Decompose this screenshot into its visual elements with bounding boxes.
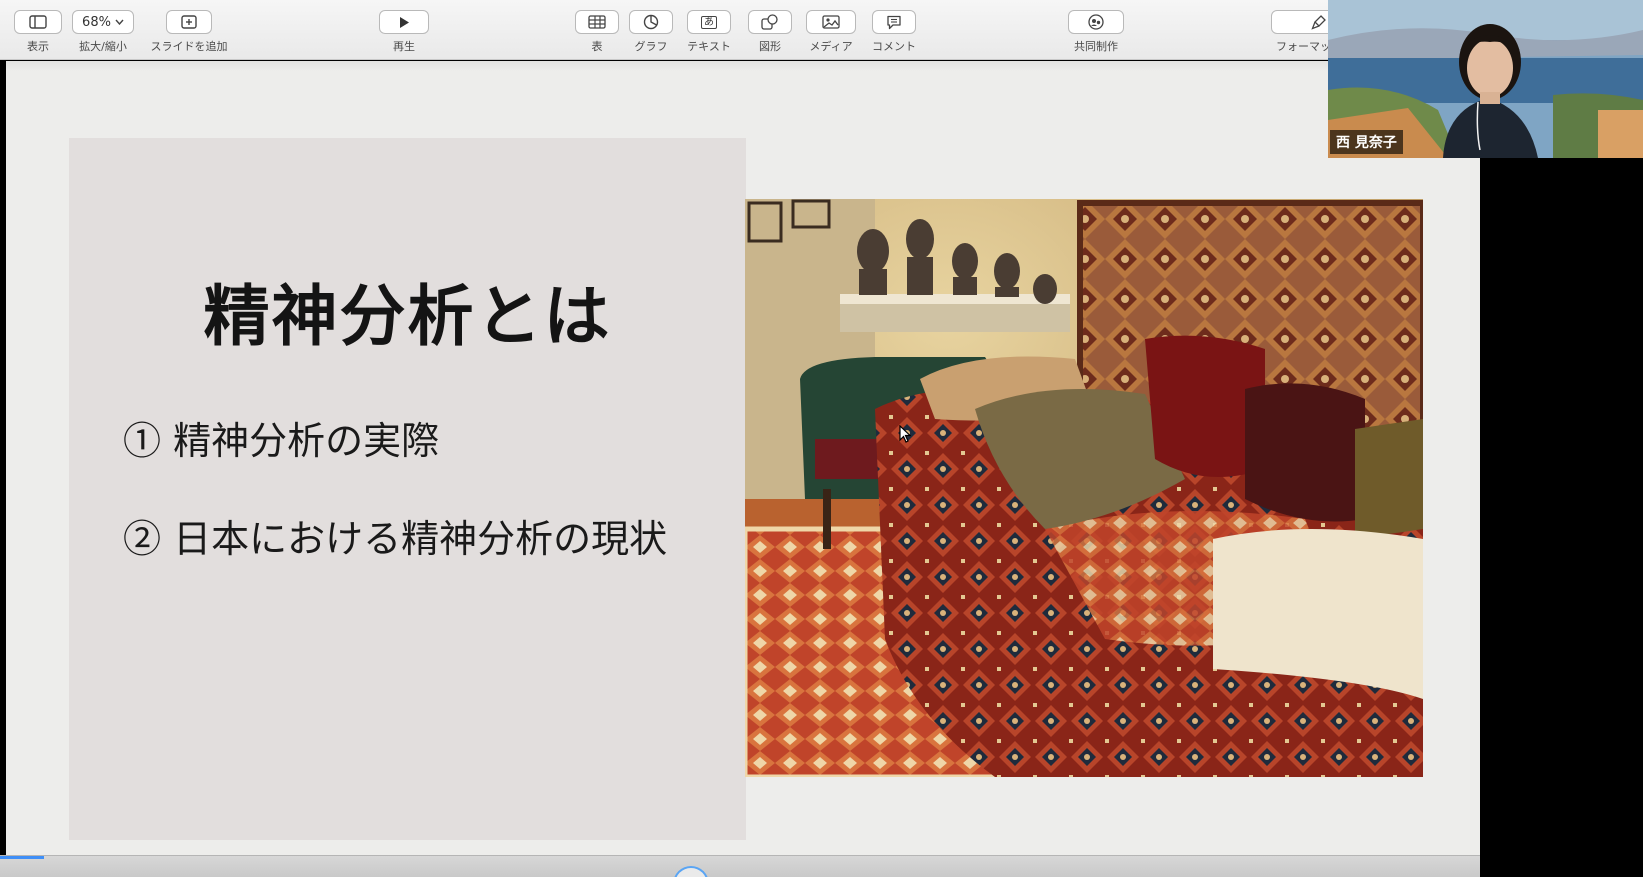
shape-button[interactable] (748, 10, 792, 34)
zoom-item[interactable]: 68% 拡大/縮小 (72, 10, 134, 54)
slide-canvas[interactable]: 精神分析とは ① 精神分析の実際 ② 日本における精神分析の現状 (6, 61, 1480, 855)
comment-button[interactable] (872, 10, 916, 34)
paintbrush-icon (1311, 15, 1326, 30)
zoom-select[interactable]: 68% (72, 10, 134, 34)
collaborate-item[interactable]: 共同制作 (1068, 10, 1124, 54)
chart-item[interactable]: グラフ (629, 10, 673, 54)
slide-photo[interactable] (745, 199, 1423, 777)
play-button[interactable] (379, 10, 429, 34)
shape-label: 図形 (759, 40, 781, 53)
text-box-icon: あ (701, 15, 717, 29)
media-button[interactable] (806, 10, 856, 34)
pie-chart-icon (643, 14, 659, 30)
media-item[interactable]: メディア (806, 10, 856, 54)
chart-label: グラフ (634, 40, 668, 53)
comment-label: コメント (872, 40, 916, 53)
mouse-pointer-icon (899, 424, 912, 447)
collaborate-label: 共同制作 (1074, 40, 1118, 53)
chevron-down-icon (115, 19, 124, 25)
table-label: 表 (591, 40, 603, 53)
table-item[interactable]: 表 (575, 10, 619, 54)
sidebar-icon (29, 15, 47, 29)
play-label: 再生 (393, 40, 415, 53)
add-slide-label: スライドを追加 (150, 40, 228, 53)
text-panel[interactable]: 精神分析とは ① 精神分析の実際 ② 日本における精神分析の現状 (69, 138, 746, 840)
format-label: フォーマッ (1276, 40, 1331, 53)
view-item[interactable]: 表示 (14, 10, 62, 54)
bullet-1[interactable]: ① 精神分析の実際 (123, 410, 439, 465)
comment-item[interactable]: コメント (872, 10, 916, 54)
view-label: 表示 (27, 40, 49, 53)
zoom-label: 拡大/縮小 (79, 40, 127, 53)
add-slide-icon (181, 15, 197, 29)
scroll-handle[interactable] (673, 866, 709, 877)
text-label: テキスト (687, 40, 731, 53)
collaborate-button[interactable] (1068, 10, 1124, 34)
play-item[interactable]: 再生 (379, 10, 429, 54)
participant-video-tile[interactable]: 西 見奈子 (1328, 0, 1643, 158)
play-icon (400, 16, 409, 28)
canvas-shadow (6, 61, 1480, 71)
add-slide-button[interactable] (166, 10, 212, 34)
image-icon (822, 15, 840, 29)
slide-title[interactable]: 精神分析とは (69, 263, 746, 359)
bottom-bar (0, 855, 1480, 877)
table-button[interactable] (575, 10, 619, 34)
right-black-region (1480, 61, 1643, 877)
shape-item[interactable]: 図形 (748, 10, 792, 54)
chart-button[interactable] (629, 10, 673, 34)
bullet-2[interactable]: ② 日本における精神分析の現状 (123, 508, 667, 563)
zoom-value: 68% (82, 14, 111, 30)
add-slide-item[interactable]: スライドを追加 (148, 10, 230, 54)
shape-icon (761, 14, 778, 30)
participant-name: 西 見奈子 (1330, 130, 1403, 154)
comment-icon (887, 15, 901, 29)
view-button[interactable] (14, 10, 62, 34)
text-button[interactable]: あ (687, 10, 731, 34)
progress-bar (0, 856, 45, 859)
table-icon (588, 15, 606, 29)
media-label: メディア (809, 40, 853, 53)
text-item[interactable]: あ テキスト (687, 10, 731, 54)
couch-photo-image (745, 199, 1423, 777)
collaborate-icon (1088, 14, 1104, 30)
